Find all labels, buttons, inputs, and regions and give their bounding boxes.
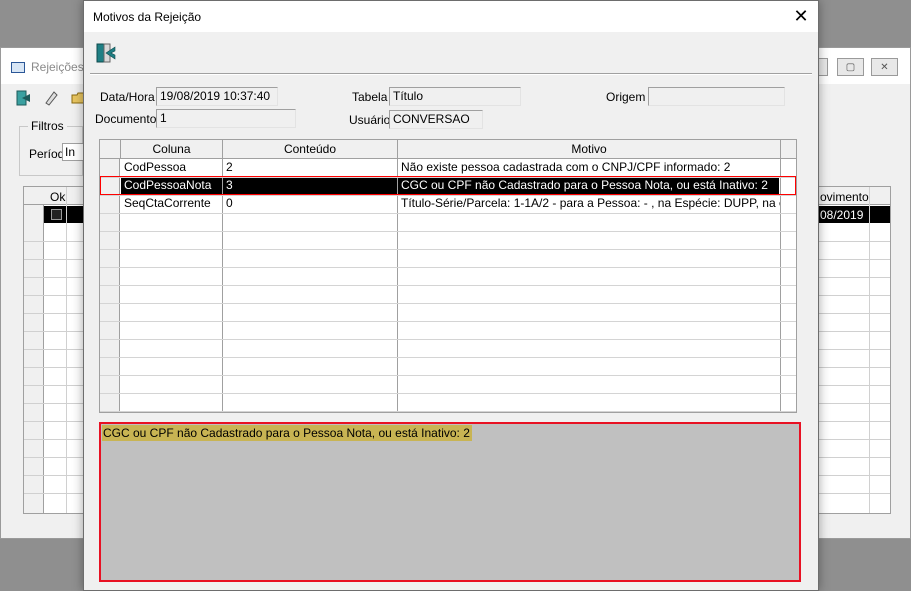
close-button[interactable]: ✕ [871,58,898,76]
header-coluna[interactable]: Coluna [121,140,223,159]
grid-row-line [100,249,796,250]
grid-row-line [100,375,796,376]
close-icon: ✕ [793,6,809,27]
cell-coluna[interactable]: CodPessoa [121,159,222,177]
grid-row-line [100,339,796,340]
grid-row-line [100,321,796,322]
cell-motivo[interactable]: CGC ou CPF não Cadastrado para o Pessoa … [398,177,780,195]
header-motivo[interactable]: Motivo [398,140,781,159]
maximize-button[interactable]: ▢ [837,58,864,76]
grid-row-line [100,267,796,268]
grid-row-line [100,213,796,214]
grid-row-line [100,357,796,358]
grid-row-line [100,231,796,232]
header-ok[interactable]: Ok [50,190,65,204]
exit-door-icon[interactable] [11,86,35,110]
window-icon [11,62,25,73]
grid-row-line [100,285,796,286]
movimento-date: 08/2019 [820,208,864,222]
filters-legend: Filtros [28,119,67,133]
header-filler [781,140,796,159]
documento-label: Documento [95,112,157,126]
grid-row-line [100,411,796,412]
header-indicator [100,140,121,159]
motivos-grid[interactable]: Coluna Conteúdo Motivo CodPessoa 2 Não e… [99,139,797,413]
header-movimento[interactable]: ovimento [820,190,869,204]
documento-field[interactable]: 1 [156,109,296,128]
cell-conteudo[interactable]: 0 [223,195,397,213]
usuario-field[interactable]: CONVERSAO [389,110,483,129]
origem-field[interactable] [648,87,785,106]
dialog-close-button[interactable]: ✕ [784,1,818,32]
motivos-dialog: Motivos da Rejeição ✕ Data/Hora 19/08/20… [83,0,819,591]
filters-group: Filtros Período In [19,119,88,176]
cell-coluna[interactable]: CodPessoaNota [121,177,222,195]
usuario-label: Usuário [349,113,391,127]
tabela-field[interactable]: Título [389,87,521,106]
exit-button[interactable] [93,39,119,67]
dialog-title: Motivos da Rejeição [93,10,202,24]
grid-column-line [66,187,67,513]
cell-conteudo[interactable]: 3 [223,177,397,195]
ok-checkbox[interactable] [51,209,62,220]
eraser-icon[interactable] [39,86,63,110]
data-hora-field[interactable]: 19/08/2019 10:37:40 [156,87,278,106]
motivo-detail-memo[interactable]: CGC ou CPF não Cadastrado para o Pessoa … [99,422,801,582]
background-toolbar [11,86,91,112]
tabela-label: Tabela [352,90,388,104]
dialog-titlebar: Motivos da Rejeição ✕ [84,1,818,32]
exit-door-icon [96,43,116,63]
header-conteudo[interactable]: Conteúdo [223,140,398,159]
motivo-detail-text: CGC ou CPF não Cadastrado para o Pessoa … [102,425,472,441]
toolbar-separator [90,73,812,75]
origem-label: Origem [606,90,646,104]
background-window-title: Rejeições [31,60,84,74]
grid-column-line [869,187,870,513]
cell-coluna[interactable]: SeqCtaCorrente [121,195,222,213]
cell-motivo[interactable]: Título-Série/Parcela: 1-1A/2 - para a Pe… [398,195,780,213]
data-hora-label: Data/Hora [100,90,155,104]
cell-conteudo[interactable]: 2 [223,159,397,177]
grid-row-line [100,393,796,394]
cell-motivo[interactable]: Não existe pessoa cadastrada com o CNPJ/… [398,159,780,177]
row-indicator-column [24,187,44,513]
grid-row-line [100,303,796,304]
